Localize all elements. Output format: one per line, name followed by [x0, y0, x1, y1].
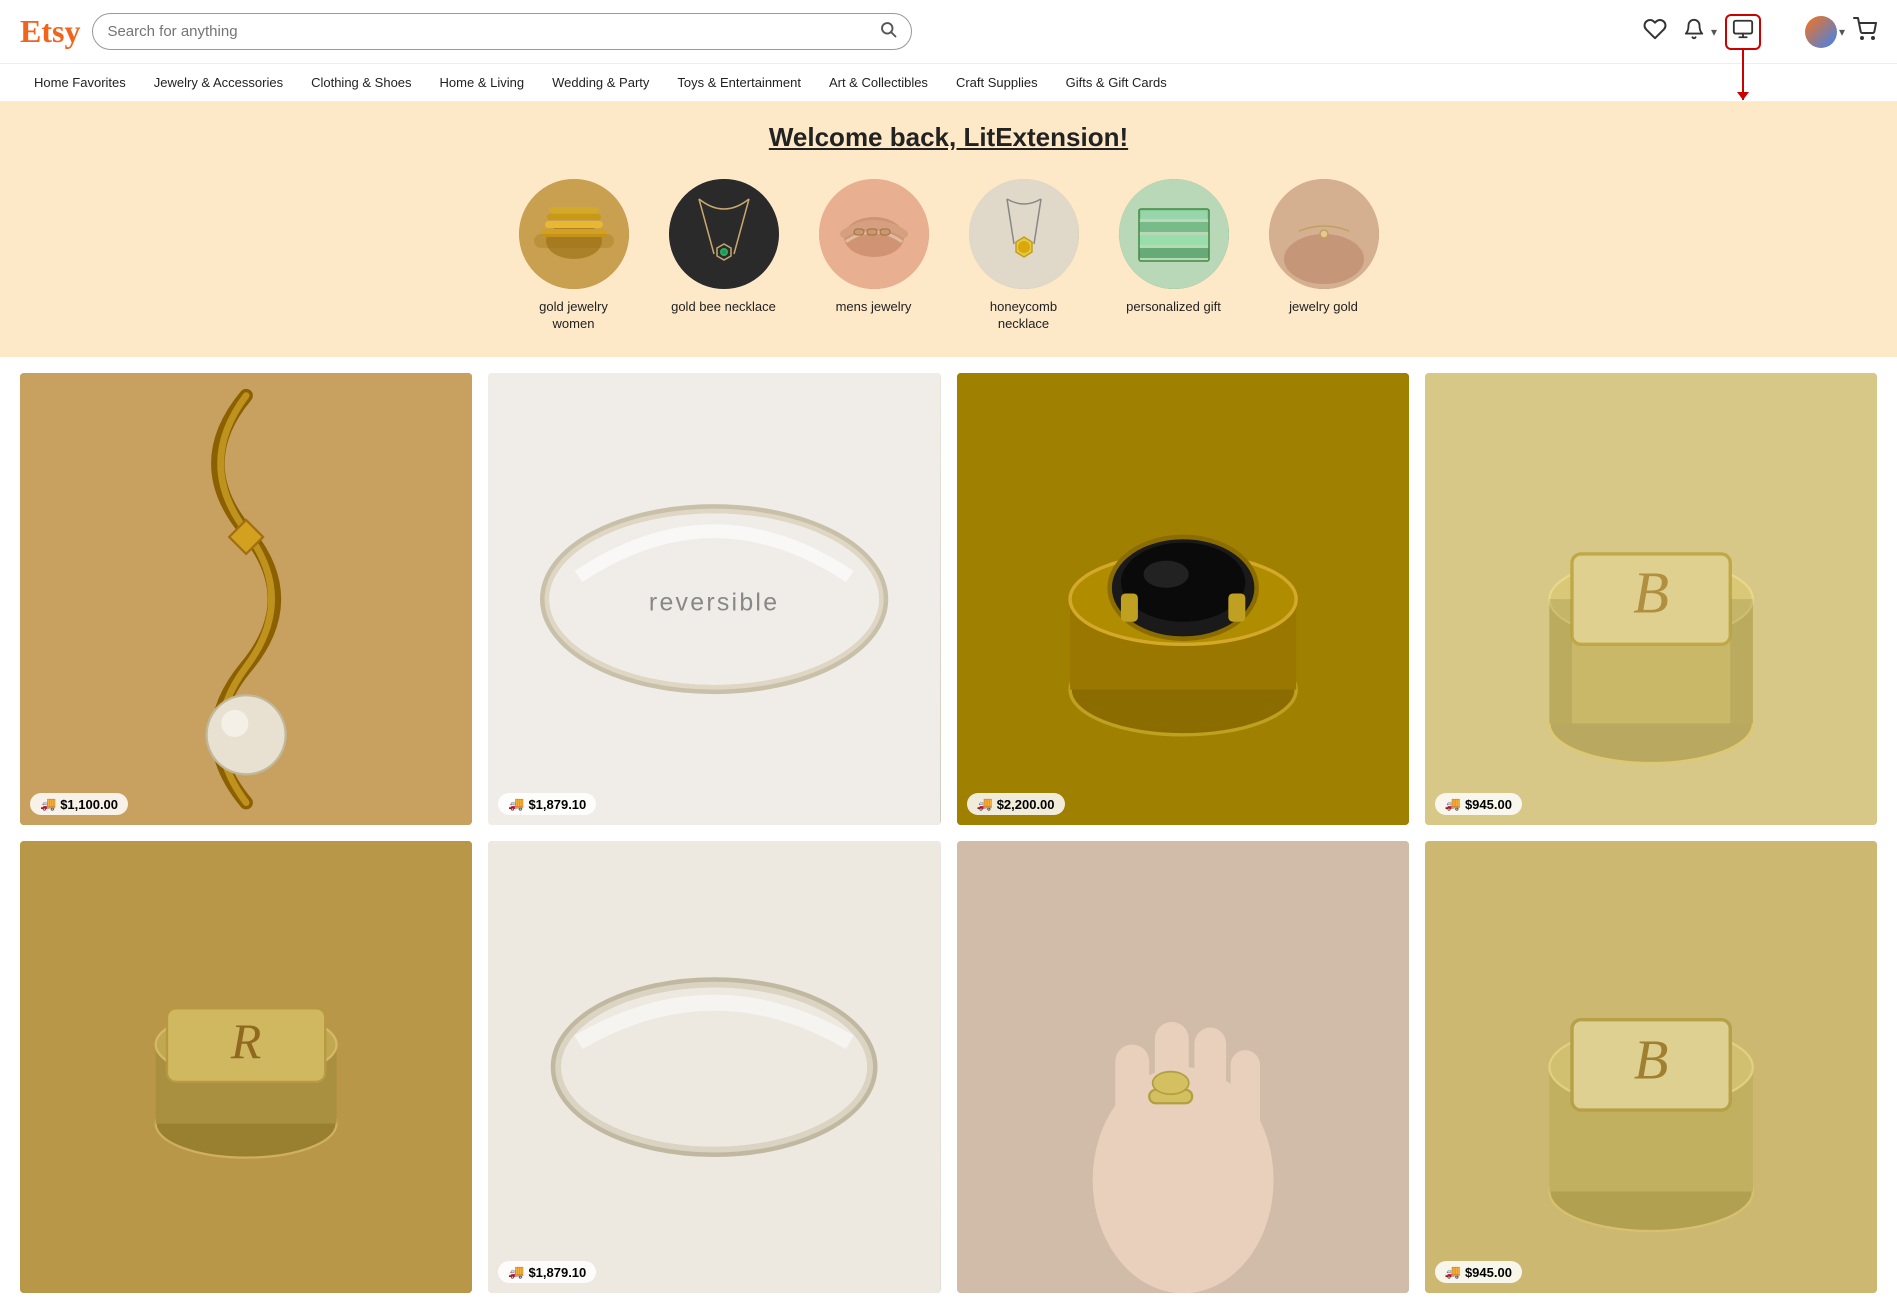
welcome-text: Welcome back, LitExtension!: [20, 122, 1877, 153]
notifications-button[interactable]: [1679, 14, 1709, 50]
product-image-5: R: [20, 841, 472, 1293]
truck-icon-1: 🚚: [40, 796, 56, 812]
category-circle-2: [669, 179, 779, 289]
svg-text:B: B: [1634, 1029, 1669, 1091]
price-badge-3: 🚚 $2,200.00: [967, 793, 1065, 815]
price-2: $1,879.10: [528, 797, 586, 812]
bell-chevron-icon: ▾: [1711, 25, 1717, 39]
search-input[interactable]: [107, 23, 879, 40]
price-badge-8: 🚚 $945.00: [1435, 1261, 1522, 1283]
category-label-2: gold bee necklace: [671, 299, 776, 316]
price-3: $2,200.00: [997, 797, 1055, 812]
product-card-3[interactable]: 🚚 $2,200.00: [957, 373, 1409, 825]
main-nav: Home Favorites Jewelry & Accessories Clo…: [0, 64, 1897, 102]
category-label-5: personalized gift: [1126, 299, 1221, 316]
price-badge-4: 🚚 $945.00: [1435, 793, 1522, 815]
favorites-button[interactable]: [1639, 13, 1671, 51]
account-button[interactable]: ▾: [1805, 16, 1845, 48]
welcome-prefix: Welcome back,: [769, 122, 964, 152]
product-card-5[interactable]: R: [20, 841, 472, 1293]
price-badge-1: 🚚 $1,100.00: [30, 793, 128, 815]
product-image-4: B: [1425, 373, 1877, 825]
categories-row: gold jewelry women gold bee necklace: [0, 163, 1897, 357]
product-card-1[interactable]: 🚚 $1,100.00: [20, 373, 472, 825]
category-circle-1: [519, 179, 629, 289]
nav-item-home-living[interactable]: Home & Living: [426, 64, 539, 102]
notifications-container: ▾: [1679, 14, 1717, 50]
product-image-3: [957, 373, 1409, 825]
category-gold-bee-necklace[interactable]: gold bee necklace: [669, 179, 779, 333]
nav-item-art[interactable]: Art & Collectibles: [815, 64, 942, 102]
product-card-8[interactable]: B 🚚 $945.00: [1425, 841, 1877, 1293]
category-label-1: gold jewelry women: [519, 299, 629, 333]
price-6: $1,879.10: [528, 1265, 586, 1280]
truck-icon-2: 🚚: [508, 796, 524, 812]
price-8: $945.00: [1465, 1265, 1512, 1280]
category-label-6: jewelry gold: [1289, 299, 1358, 316]
category-label-3: mens jewelry: [836, 299, 912, 316]
category-personalized-gift[interactable]: personalized gift: [1119, 179, 1229, 333]
category-circle-3: [819, 179, 929, 289]
truck-icon-8: 🚚: [1445, 1264, 1461, 1280]
category-circle-6: [1269, 179, 1379, 289]
welcome-suffix: !: [1119, 122, 1128, 152]
products-grid: 🚚 $1,100.00 reversible 🚚 $1,879.10: [0, 357, 1897, 1309]
seller-dashboard-button[interactable]: [1725, 14, 1761, 50]
product-image-2: reversible: [488, 373, 940, 825]
cart-button[interactable]: [1853, 17, 1877, 47]
etsy-logo[interactable]: Etsy: [20, 13, 80, 50]
product-card-2[interactable]: reversible 🚚 $1,879.10: [488, 373, 940, 825]
price-badge-6: 🚚 $1,879.10: [498, 1261, 596, 1283]
seller-icon-wrapper: [1725, 14, 1761, 50]
category-jewelry-gold[interactable]: jewelry gold: [1269, 179, 1379, 333]
search-button[interactable]: [879, 20, 897, 43]
price-badge-2: 🚚 $1,879.10: [498, 793, 596, 815]
nav-item-toys[interactable]: Toys & Entertainment: [663, 64, 815, 102]
category-circle-5: [1119, 179, 1229, 289]
price-4: $945.00: [1465, 797, 1512, 812]
category-gold-jewelry-women[interactable]: gold jewelry women: [519, 179, 629, 333]
nav-item-gifts[interactable]: Gifts & Gift Cards: [1052, 64, 1181, 102]
header: Etsy ▾: [0, 0, 1897, 64]
category-label-4: honeycomb necklace: [969, 299, 1079, 333]
nav-item-home-favorites[interactable]: Home Favorites: [20, 64, 140, 102]
account-chevron-icon: ▾: [1839, 25, 1845, 39]
product-card-4[interactable]: B 🚚 $945.00: [1425, 373, 1877, 825]
search-bar: [92, 13, 912, 50]
red-arrow-indicator: [1742, 50, 1744, 100]
truck-icon-3: 🚚: [977, 796, 993, 812]
header-icons: ▾ ▾: [1639, 13, 1877, 51]
svg-text:B: B: [1633, 560, 1669, 625]
nav-item-craft-supplies[interactable]: Craft Supplies: [942, 64, 1052, 102]
nav-item-wedding[interactable]: Wedding & Party: [538, 64, 663, 102]
nav-item-clothing[interactable]: Clothing & Shoes: [297, 64, 425, 102]
nav-item-jewelry[interactable]: Jewelry & Accessories: [140, 64, 297, 102]
svg-text:reversible: reversible: [649, 588, 779, 616]
product-card-7[interactable]: [957, 841, 1409, 1293]
svg-text:R: R: [230, 1014, 261, 1069]
truck-icon-4: 🚚: [1445, 796, 1461, 812]
welcome-banner: Welcome back, LitExtension!: [0, 102, 1897, 163]
product-image-6: [488, 841, 940, 1293]
product-image-7: [957, 841, 1409, 1293]
price-1: $1,100.00: [60, 797, 118, 812]
avatar: [1805, 16, 1837, 48]
product-card-6[interactable]: 🚚 $1,879.10: [488, 841, 940, 1293]
product-image-1: [20, 373, 472, 825]
category-honeycomb-necklace[interactable]: honeycomb necklace: [969, 179, 1079, 333]
welcome-username[interactable]: LitExtension: [963, 122, 1119, 152]
category-circle-4: [969, 179, 1079, 289]
truck-icon-6: 🚚: [508, 1264, 524, 1280]
category-mens-jewelry[interactable]: mens jewelry: [819, 179, 929, 333]
product-image-8: B: [1425, 841, 1877, 1293]
